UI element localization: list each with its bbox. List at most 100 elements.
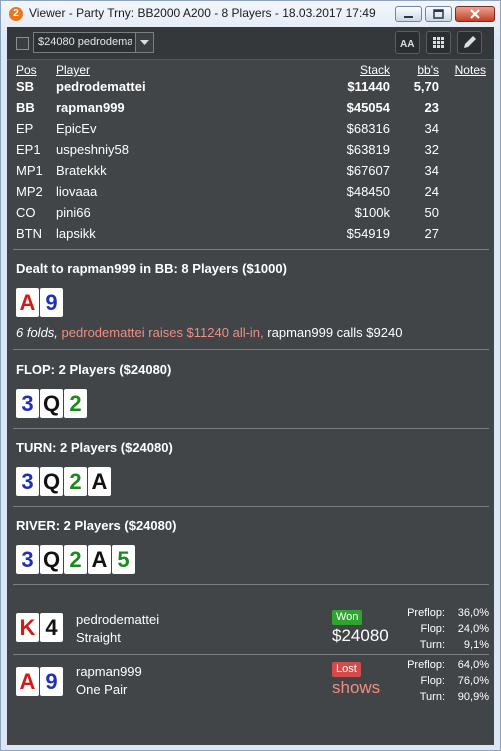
flop-heading: FLOP: 2 Players ($24080) bbox=[16, 362, 172, 377]
svg-text:AA: AA bbox=[400, 39, 414, 50]
card: 4 bbox=[40, 613, 63, 642]
divider bbox=[13, 428, 489, 429]
player-pos: MP1 bbox=[16, 163, 43, 178]
action-call: rapman999 calls $9240 bbox=[267, 325, 403, 340]
select-hand-checkbox[interactable] bbox=[16, 37, 29, 50]
header-player[interactable]: Player bbox=[56, 63, 90, 77]
card: K bbox=[16, 613, 39, 642]
result-row-winner[interactable]: K 4 pedrodemattei Straight Won $24080 Pr… bbox=[7, 603, 494, 653]
equity-label: Preflop: bbox=[407, 659, 445, 671]
player-bbs: 34 bbox=[424, 163, 439, 178]
lost-shows-label: shows bbox=[332, 678, 381, 697]
player-row[interactable]: BTN lapsikk $54919 27 bbox=[7, 226, 494, 247]
player-stack: $48450 bbox=[346, 184, 390, 199]
equity-value: 36,0% bbox=[457, 607, 489, 619]
card: Q bbox=[40, 545, 63, 574]
header-pos[interactable]: Pos bbox=[16, 63, 37, 77]
equity-value: 24,0% bbox=[457, 623, 489, 635]
lost-badge: Lost bbox=[332, 662, 361, 677]
equity-label: Flop: bbox=[420, 623, 445, 635]
font-size-button[interactable]: AA bbox=[395, 31, 420, 54]
equity-value: 9,1% bbox=[463, 639, 489, 651]
action-folds: 6 folds, bbox=[16, 325, 58, 340]
player-pos: EP bbox=[16, 121, 34, 136]
player-bbs: 50 bbox=[424, 205, 439, 220]
result-row-loser[interactable]: A 9 rapman999 One Pair Lost shows Preflo… bbox=[7, 655, 494, 705]
player-name: lapsikk bbox=[56, 226, 96, 241]
player-row[interactable]: EP1 uspeshniy58 $63819 32 bbox=[7, 142, 494, 163]
chevron-down-icon bbox=[140, 40, 149, 45]
player-stack: $11440 bbox=[347, 79, 390, 94]
player-pos: CO bbox=[16, 205, 36, 220]
header-bbs[interactable]: bb's bbox=[417, 63, 439, 77]
player-name: pini66 bbox=[56, 205, 91, 220]
divider bbox=[13, 506, 489, 507]
player-stack: $67607 bbox=[346, 163, 390, 178]
app-logo-icon: 2 bbox=[9, 7, 23, 21]
player-name: EpicEv bbox=[56, 121, 97, 136]
maximize-button[interactable] bbox=[425, 6, 452, 22]
divider bbox=[13, 349, 489, 350]
card: 3 bbox=[16, 545, 39, 574]
card: 9 bbox=[40, 288, 63, 317]
won-amount: $24080 bbox=[332, 626, 389, 645]
minimize-icon bbox=[404, 16, 413, 18]
river-heading: RIVER: 2 Players ($24080) bbox=[16, 518, 177, 533]
player-row[interactable]: EP EpicEv $68316 34 bbox=[7, 121, 494, 142]
close-button[interactable] bbox=[455, 6, 495, 22]
player-stack: $45054 bbox=[346, 100, 390, 115]
dropdown-arrow[interactable] bbox=[135, 33, 153, 52]
result-player-name: pedrodemattei bbox=[76, 612, 160, 627]
player-stack: $100k bbox=[354, 205, 390, 220]
player-pos: BTN bbox=[16, 226, 42, 241]
player-stack: $54919 bbox=[346, 226, 390, 241]
player-row[interactable]: SB pedrodemattei $11440 5,70 bbox=[7, 79, 494, 100]
player-bbs: 27 bbox=[424, 226, 439, 241]
hand-selector-dropdown[interactable]: $24080 pedrodema bbox=[33, 32, 154, 53]
player-name: uspeshniy58 bbox=[56, 142, 129, 157]
equity-value: 90,9% bbox=[457, 691, 489, 703]
won-badge: Won bbox=[332, 610, 363, 625]
divider bbox=[13, 249, 489, 250]
edit-notes-button[interactable] bbox=[457, 31, 482, 54]
player-bbs: 24 bbox=[424, 184, 439, 199]
pencil-icon bbox=[464, 36, 476, 48]
card: Q bbox=[40, 467, 63, 496]
equity-label: Turn: bbox=[419, 691, 445, 703]
player-bbs: 34 bbox=[424, 121, 439, 136]
result-hand-rank: One Pair bbox=[76, 682, 128, 697]
player-stack: $68316 bbox=[346, 121, 390, 136]
viewer-window: 2 Viewer - Party Trny: BB2000 A200 - 8 P… bbox=[0, 0, 501, 751]
equity-label: Flop: bbox=[420, 675, 445, 687]
close-icon bbox=[470, 9, 480, 19]
player-row[interactable]: MP1 Bratekkk $67607 34 bbox=[7, 163, 494, 184]
grid-icon bbox=[433, 37, 444, 48]
card: A bbox=[16, 667, 39, 696]
preflop-heading: Dealt to rapman999 in BB: 8 Players ($10… bbox=[16, 261, 287, 276]
card: 2 bbox=[64, 545, 87, 574]
grid-view-button[interactable] bbox=[426, 31, 451, 54]
player-bbs: 32 bbox=[424, 142, 439, 157]
header-stack[interactable]: Stack bbox=[360, 63, 390, 77]
player-row[interactable]: MP2 liovaaa $48450 24 bbox=[7, 184, 494, 205]
header-notes[interactable]: Notes bbox=[455, 63, 486, 77]
player-row[interactable]: BB rapman999 $45054 23 bbox=[7, 100, 494, 121]
player-pos: MP2 bbox=[16, 184, 43, 199]
player-name: liovaaa bbox=[56, 184, 98, 199]
action-raise: pedrodemattei raises $11240 all-in, bbox=[61, 325, 264, 340]
player-row[interactable]: CO pini66 $100k 50 bbox=[7, 205, 494, 226]
card: 3 bbox=[16, 467, 39, 496]
title-bar[interactable]: 2 Viewer - Party Trny: BB2000 A200 - 8 P… bbox=[1, 1, 500, 27]
card: 3 bbox=[16, 389, 39, 418]
card: A bbox=[88, 545, 111, 574]
divider bbox=[13, 584, 489, 585]
window-bottom-edge bbox=[1, 745, 500, 750]
player-name: rapman999 bbox=[56, 100, 125, 115]
equity-label: Preflop: bbox=[407, 607, 445, 619]
player-bbs: 5,70 bbox=[413, 79, 439, 94]
player-pos: SB bbox=[16, 79, 35, 94]
player-pos: BB bbox=[16, 100, 35, 115]
minimize-button[interactable] bbox=[395, 6, 422, 22]
card: A bbox=[16, 288, 39, 317]
hand-viewer-panel: $24080 pedrodema AA Pos Player Stack bb'… bbox=[7, 27, 494, 745]
